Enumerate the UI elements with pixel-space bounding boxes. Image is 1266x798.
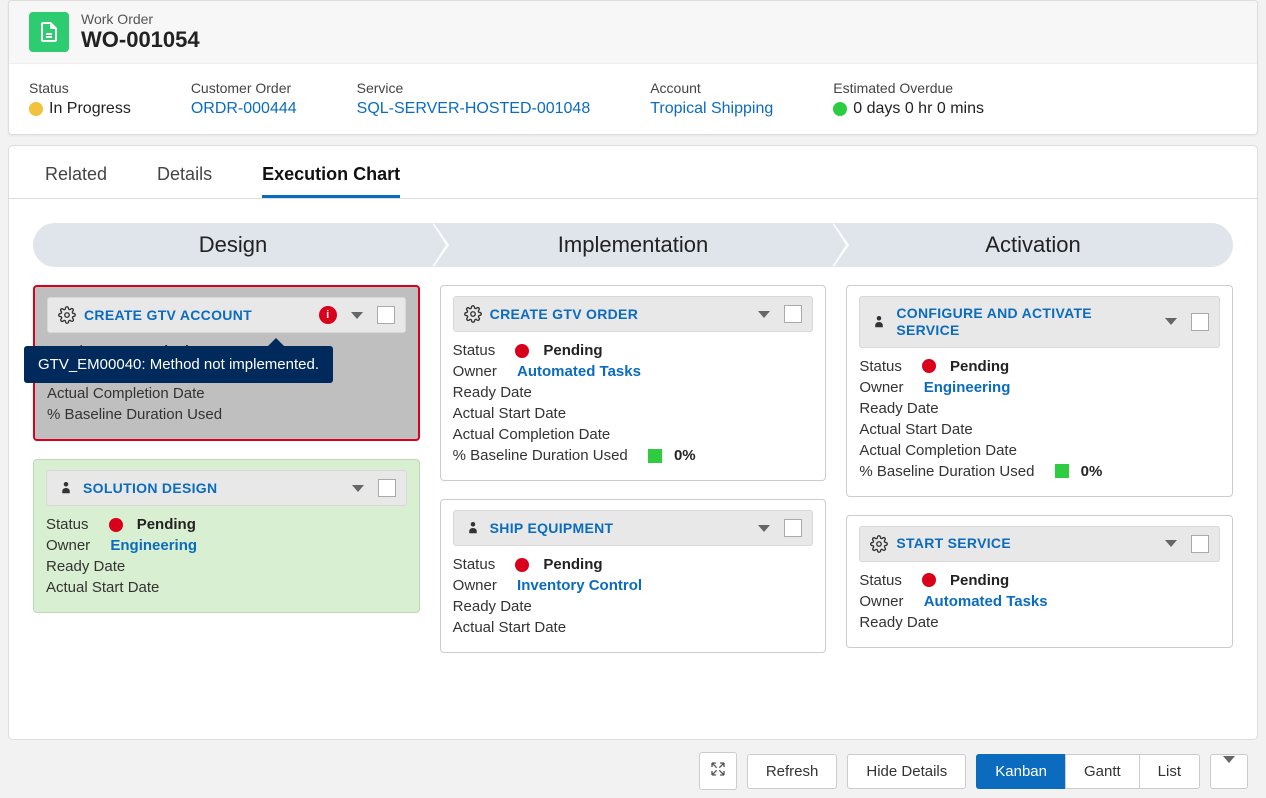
more-actions-button[interactable] [1210,754,1248,789]
owner-link[interactable]: Engineering [110,537,197,554]
task-header: CREATE GTV ORDER [453,296,814,332]
header-fields: Status In Progress Customer Order ORDR-0… [9,64,1257,134]
chevron-down-icon[interactable] [758,311,770,318]
chevron-down-icon [1223,756,1235,780]
person-icon [464,519,482,537]
pct-indicator [1055,464,1069,478]
column-design: CREATE GTV ACCOUNT i GTV_EM00040: Method… [33,285,420,653]
tab-details[interactable]: Details [157,164,212,198]
owner-link[interactable]: Inventory Control [517,577,642,594]
task-create-gtv-order[interactable]: CREATE GTV ORDER Status Pending Owner Au… [440,285,827,481]
task-checkbox[interactable] [784,519,802,537]
owner-link[interactable]: Engineering [924,379,1011,396]
chevron-down-icon[interactable] [1165,540,1177,547]
task-create-gtv-account[interactable]: CREATE GTV ACCOUNT i GTV_EM00040: Method… [33,285,420,441]
chevron-down-icon[interactable] [351,312,363,319]
work-order-icon [29,12,69,52]
chevron-down-icon[interactable] [1165,318,1177,325]
tabs: Related Details Execution Chart [9,146,1257,199]
header-title-row: Work Order WO-001054 [9,1,1257,64]
field-overdue: Estimated Overdue 0 days 0 hr 0 mins [833,80,984,118]
task-solution-design[interactable]: SOLUTION DESIGN Status Pending Owner Eng… [33,459,420,613]
gear-icon [870,535,888,553]
pct-indicator [648,449,662,463]
task-header: CREATE GTV ACCOUNT i GTV_EM00040: Method… [47,297,406,333]
expand-button[interactable] [699,752,737,790]
expand-icon [710,761,726,777]
task-title-link[interactable]: CREATE GTV ORDER [490,306,745,323]
task-title-link[interactable]: SHIP EQUIPMENT [490,520,745,537]
stage-bar: Design Implementation Activation [33,223,1233,267]
error-tooltip: GTV_EM00040: Method not implemented. [24,346,333,383]
tab-related[interactable]: Related [45,164,107,198]
tab-execution-chart[interactable]: Execution Chart [262,164,400,198]
status-dot-red [515,558,529,572]
task-start-service[interactable]: START SERVICE Status Pending Owner Autom… [846,515,1233,648]
task-header: SOLUTION DESIGN [46,470,407,506]
task-title-link[interactable]: CONFIGURE AND ACTIVATE SERVICE [896,305,1151,339]
task-checkbox[interactable] [378,479,396,497]
customer-order-link[interactable]: ORDR-000444 [191,100,297,118]
person-icon [57,479,75,497]
task-title-link[interactable]: SOLUTION DESIGN [83,480,338,497]
status-dot-red [922,359,936,373]
stage-activation[interactable]: Activation [833,223,1233,267]
status-dot-red [109,518,123,532]
task-title-link[interactable]: START SERVICE [896,535,1151,552]
status-dot-red [515,344,529,358]
hide-details-button[interactable]: Hide Details [847,754,966,789]
task-title-link[interactable]: CREATE GTV ACCOUNT [84,307,311,324]
owner-link[interactable]: Automated Tasks [924,593,1048,610]
view-toggle: Kanban Gantt List [976,754,1200,789]
field-account: Account Tropical Shipping [650,80,773,118]
gear-icon [58,306,76,324]
task-configure-activate-service[interactable]: CONFIGURE AND ACTIVATE SERVICE Status Pe… [846,285,1233,497]
status-dot-red [922,573,936,587]
work-order-header: Work Order WO-001054 Status In Progress … [8,0,1258,135]
record-number: WO-001054 [81,27,200,53]
task-header: CONFIGURE AND ACTIVATE SERVICE [859,296,1220,348]
account-link[interactable]: Tropical Shipping [650,100,773,118]
view-kanban-button[interactable]: Kanban [976,754,1065,789]
field-customer-order: Customer Order ORDR-000444 [191,80,297,118]
task-header: SHIP EQUIPMENT [453,510,814,546]
execution-panel: Related Details Execution Chart Design I… [8,145,1258,740]
service-link[interactable]: SQL-SERVER-HOSTED-001048 [357,100,591,118]
column-activation: CONFIGURE AND ACTIVATE SERVICE Status Pe… [846,285,1233,653]
stage-implementation[interactable]: Implementation [433,223,833,267]
status-dot-yellow [29,102,43,116]
view-list-button[interactable]: List [1139,754,1200,789]
task-checkbox[interactable] [784,305,802,323]
column-implementation: CREATE GTV ORDER Status Pending Owner Au… [440,285,827,653]
task-ship-equipment[interactable]: SHIP EQUIPMENT Status Pending Owner Inve… [440,499,827,653]
task-checkbox[interactable] [377,306,395,324]
person-icon [870,313,888,331]
gear-icon [464,305,482,323]
owner-link[interactable]: Automated Tasks [517,363,641,380]
field-service: Service SQL-SERVER-HOSTED-001048 [357,80,591,118]
record-type-label: Work Order [81,11,200,27]
chevron-down-icon[interactable] [352,485,364,492]
view-gantt-button[interactable]: Gantt [1065,754,1139,789]
chevron-down-icon[interactable] [758,525,770,532]
task-header: START SERVICE [859,526,1220,562]
footer-toolbar: Refresh Hide Details Kanban Gantt List [0,744,1266,798]
task-checkbox[interactable] [1191,313,1209,331]
refresh-button[interactable]: Refresh [747,754,838,789]
stage-design[interactable]: Design [33,223,433,267]
error-badge[interactable]: i [319,306,337,324]
kanban-columns: CREATE GTV ACCOUNT i GTV_EM00040: Method… [9,279,1257,659]
status-dot-green [833,102,847,116]
task-checkbox[interactable] [1191,535,1209,553]
field-status: Status In Progress [29,80,131,118]
